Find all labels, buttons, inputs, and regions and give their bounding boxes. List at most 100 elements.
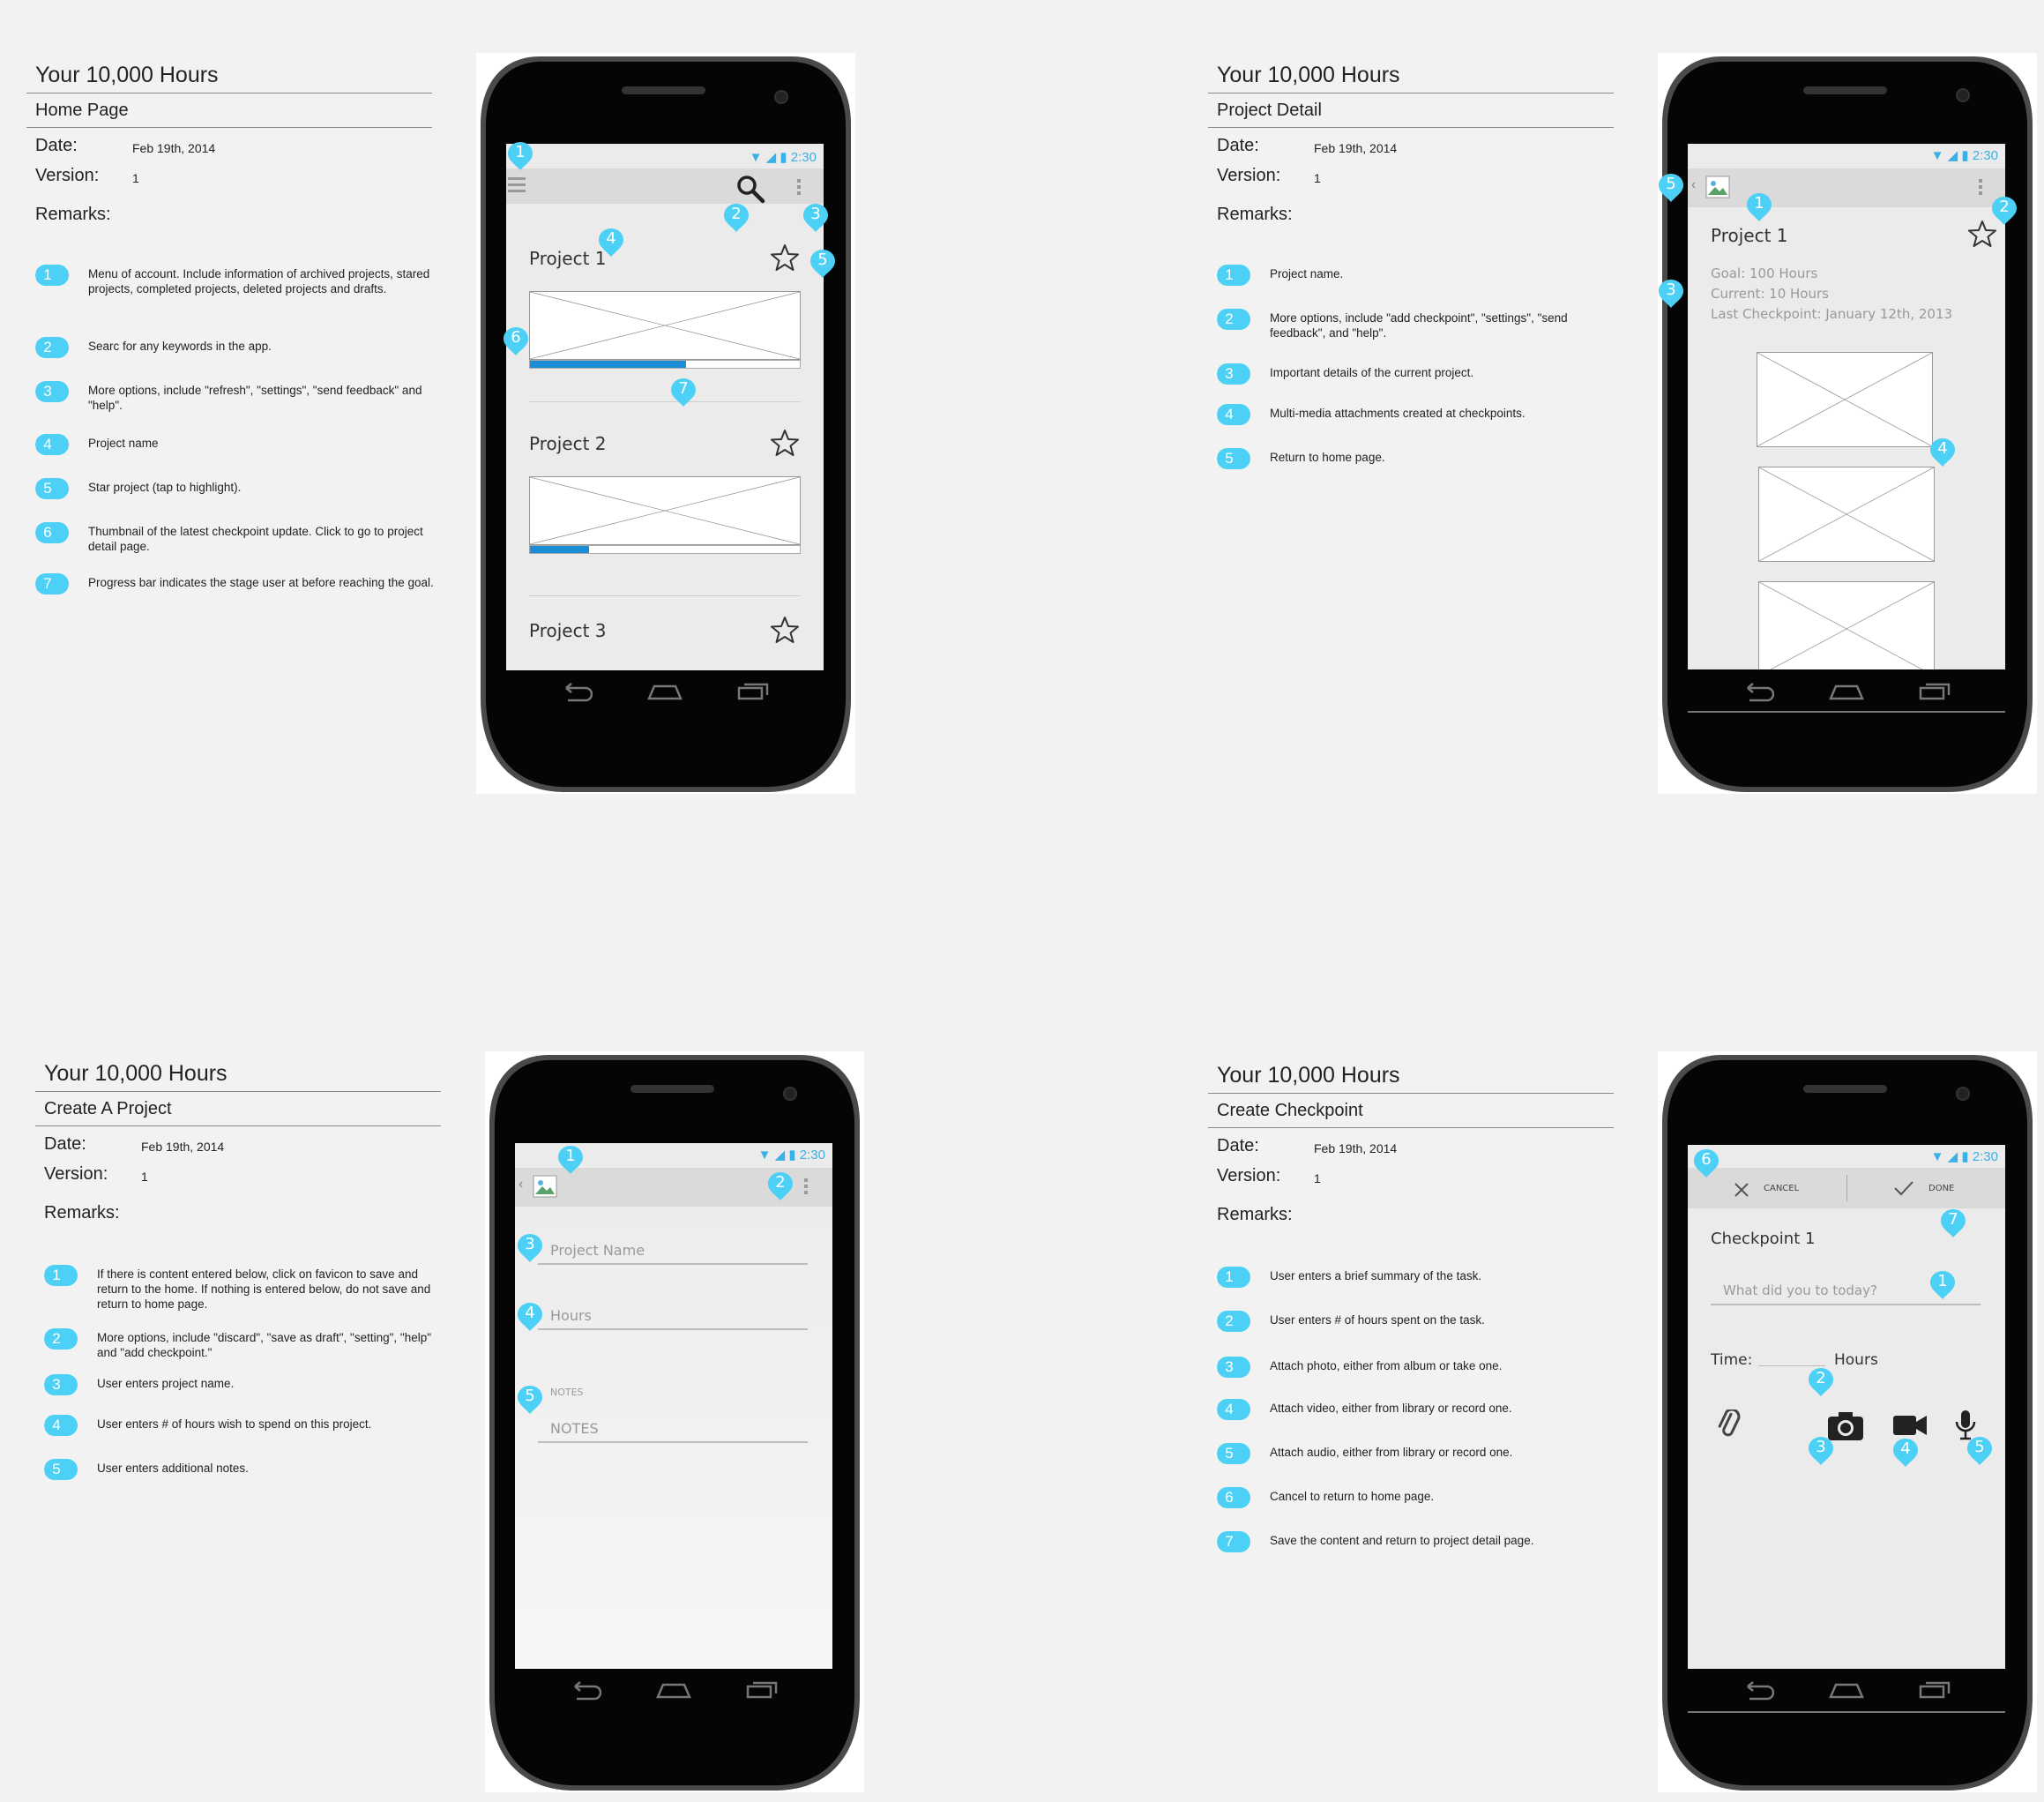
home-icon[interactable] bbox=[656, 1681, 691, 1699]
star-icon[interactable] bbox=[771, 243, 799, 272]
remarks-label: Remarks: bbox=[44, 1203, 120, 1223]
attachment-thumbnail[interactable] bbox=[1758, 581, 1935, 669]
app-favicon-icon[interactable] bbox=[533, 1175, 557, 1198]
notes-input[interactable]: NOTES bbox=[550, 1420, 599, 1437]
recents-icon[interactable] bbox=[746, 1681, 778, 1699]
speaker-grille bbox=[630, 1085, 714, 1093]
remark-text: Star project (tap to highlight). bbox=[88, 481, 242, 494]
spec-info-checkpoint: Your 10,000 Hours Create Checkpoint Date… bbox=[1208, 1058, 1614, 1128]
done-button[interactable]: DONE bbox=[1847, 1168, 2005, 1208]
app-favicon-icon[interactable] bbox=[1705, 176, 1730, 198]
app-title: Your 10,000 Hours bbox=[1208, 1058, 1614, 1094]
wifi-icon: ▼ bbox=[1930, 1149, 1944, 1164]
input-underline bbox=[1711, 1304, 1981, 1305]
speaker-grille bbox=[1803, 1085, 1887, 1093]
back-icon[interactable] bbox=[1742, 683, 1774, 702]
up-caret-icon[interactable]: ‹ bbox=[518, 1177, 523, 1193]
annotation-callout: 3 bbox=[802, 203, 829, 229]
star-icon[interactable] bbox=[771, 429, 799, 457]
project-name[interactable]: Project 2 bbox=[529, 433, 607, 454]
remark-text: User enters # of hours spent on the task… bbox=[1270, 1313, 1485, 1327]
project-name[interactable]: Project 1 bbox=[529, 248, 607, 269]
overflow-menu-icon[interactable] bbox=[804, 1178, 808, 1194]
back-icon[interactable] bbox=[1742, 1681, 1774, 1701]
remark-text: User enters a brief summary of the task. bbox=[1270, 1269, 1482, 1282]
remark-number: 4 bbox=[1225, 406, 1234, 422]
annotation-callout: 4 bbox=[1892, 1438, 1919, 1464]
video-icon[interactable] bbox=[1892, 1413, 1928, 1438]
remark-number: 7 bbox=[43, 575, 52, 592]
front-camera bbox=[774, 90, 788, 104]
detail-screen: ▼ ◢ ▮ 2:30 ‹ Project 1 Goal: 100 Hours C… bbox=[1688, 144, 2005, 669]
up-caret-icon[interactable]: ‹ bbox=[1691, 177, 1696, 193]
cancel-label: CANCEL bbox=[1764, 1184, 1800, 1193]
remarks-label: Remarks: bbox=[35, 205, 111, 224]
annotation-callout: 4 bbox=[1929, 437, 1956, 464]
attachment-thumbnail[interactable] bbox=[1757, 352, 1933, 447]
home-icon[interactable] bbox=[1829, 1681, 1864, 1699]
version-value: 1 bbox=[132, 171, 139, 185]
done-check-icon bbox=[1894, 1181, 1913, 1196]
star-icon[interactable] bbox=[771, 616, 799, 644]
date-value: Feb 19th, 2014 bbox=[1314, 1141, 1398, 1155]
version-value: 1 bbox=[141, 1170, 148, 1184]
recents-icon[interactable] bbox=[1919, 683, 1951, 700]
checkpoint-thumbnail[interactable] bbox=[529, 291, 801, 360]
front-camera bbox=[1956, 88, 1970, 102]
summary-input[interactable]: What did you to today? bbox=[1723, 1282, 1877, 1298]
version-label: Version: bbox=[35, 166, 100, 185]
annotation-callout: 5 bbox=[1966, 1436, 1993, 1462]
home-icon[interactable] bbox=[1829, 683, 1864, 700]
create-project-screen: ▼ ◢ ▮ 2:30 ‹ Project Name Hours NOTES NO… bbox=[515, 1143, 832, 1669]
back-icon[interactable] bbox=[570, 1681, 601, 1701]
remark-text: Multi-media attachments created at check… bbox=[1270, 407, 1526, 420]
page-subtitle: Home Page bbox=[26, 93, 432, 128]
menu-icon[interactable] bbox=[508, 177, 526, 192]
divider bbox=[1688, 1711, 2005, 1713]
time-input[interactable] bbox=[1758, 1365, 1825, 1366]
back-icon[interactable] bbox=[561, 683, 593, 702]
goal-text: Goal: 100 Hours bbox=[1711, 265, 1818, 281]
overflow-menu-icon[interactable] bbox=[797, 179, 801, 195]
input-underline bbox=[538, 1263, 808, 1265]
page-subtitle: Create Checkpoint bbox=[1208, 1094, 1614, 1128]
remark-text: If there is content entered below, click… bbox=[97, 1267, 431, 1311]
remark-text: Progress bar indicates the stage user at… bbox=[88, 576, 434, 589]
checkpoint-title: Checkpoint 1 bbox=[1711, 1230, 1816, 1248]
home-icon[interactable] bbox=[647, 683, 683, 700]
remark-number: 5 bbox=[1225, 450, 1234, 467]
remark-number: 4 bbox=[43, 436, 52, 452]
remark-number: 5 bbox=[43, 480, 52, 497]
action-bar: CANCEL DONE bbox=[1688, 1168, 2005, 1208]
battery-icon: ▮ bbox=[788, 1148, 796, 1163]
remark-number: 1 bbox=[1225, 266, 1234, 283]
recents-icon[interactable] bbox=[1919, 1681, 1951, 1699]
attachment-thumbnail[interactable] bbox=[1758, 467, 1935, 562]
app-title: Your 10,000 Hours bbox=[35, 1057, 441, 1092]
cancel-x-icon bbox=[1734, 1183, 1749, 1197]
checkpoint-thumbnail[interactable] bbox=[529, 476, 801, 545]
annotation-callout: 1 bbox=[1929, 1270, 1956, 1297]
remarks-label: Remarks: bbox=[1217, 1205, 1293, 1224]
input-underline bbox=[538, 1328, 808, 1330]
annotation-callout: 3 bbox=[517, 1233, 543, 1260]
version-label: Version: bbox=[44, 1164, 108, 1184]
wifi-icon: ▼ bbox=[749, 150, 763, 165]
overflow-menu-icon[interactable] bbox=[1979, 179, 1982, 195]
paperclip-icon[interactable] bbox=[1716, 1409, 1744, 1439]
recents-icon[interactable] bbox=[737, 683, 769, 700]
battery-icon: ▮ bbox=[780, 150, 787, 165]
wifi-icon: ▼ bbox=[1930, 148, 1944, 163]
spec-info-detail: Your 10,000 Hours Project Detail Date: F… bbox=[1208, 58, 1614, 128]
search-icon[interactable] bbox=[735, 174, 765, 204]
hours-input[interactable]: Hours bbox=[550, 1307, 592, 1324]
remark-text: Cancel to return to home page. bbox=[1270, 1490, 1435, 1503]
image-placeholder-icon bbox=[530, 292, 800, 359]
project-name[interactable]: Project 3 bbox=[529, 620, 607, 641]
remark-text: Attach audio, either from library or rec… bbox=[1270, 1446, 1513, 1459]
divider bbox=[1688, 711, 2005, 713]
remark-number: 5 bbox=[52, 1461, 61, 1477]
project-name-input[interactable]: Project Name bbox=[550, 1242, 645, 1259]
signal-icon: ◢ bbox=[1947, 1149, 1958, 1164]
remark-number: 3 bbox=[1225, 1358, 1234, 1375]
